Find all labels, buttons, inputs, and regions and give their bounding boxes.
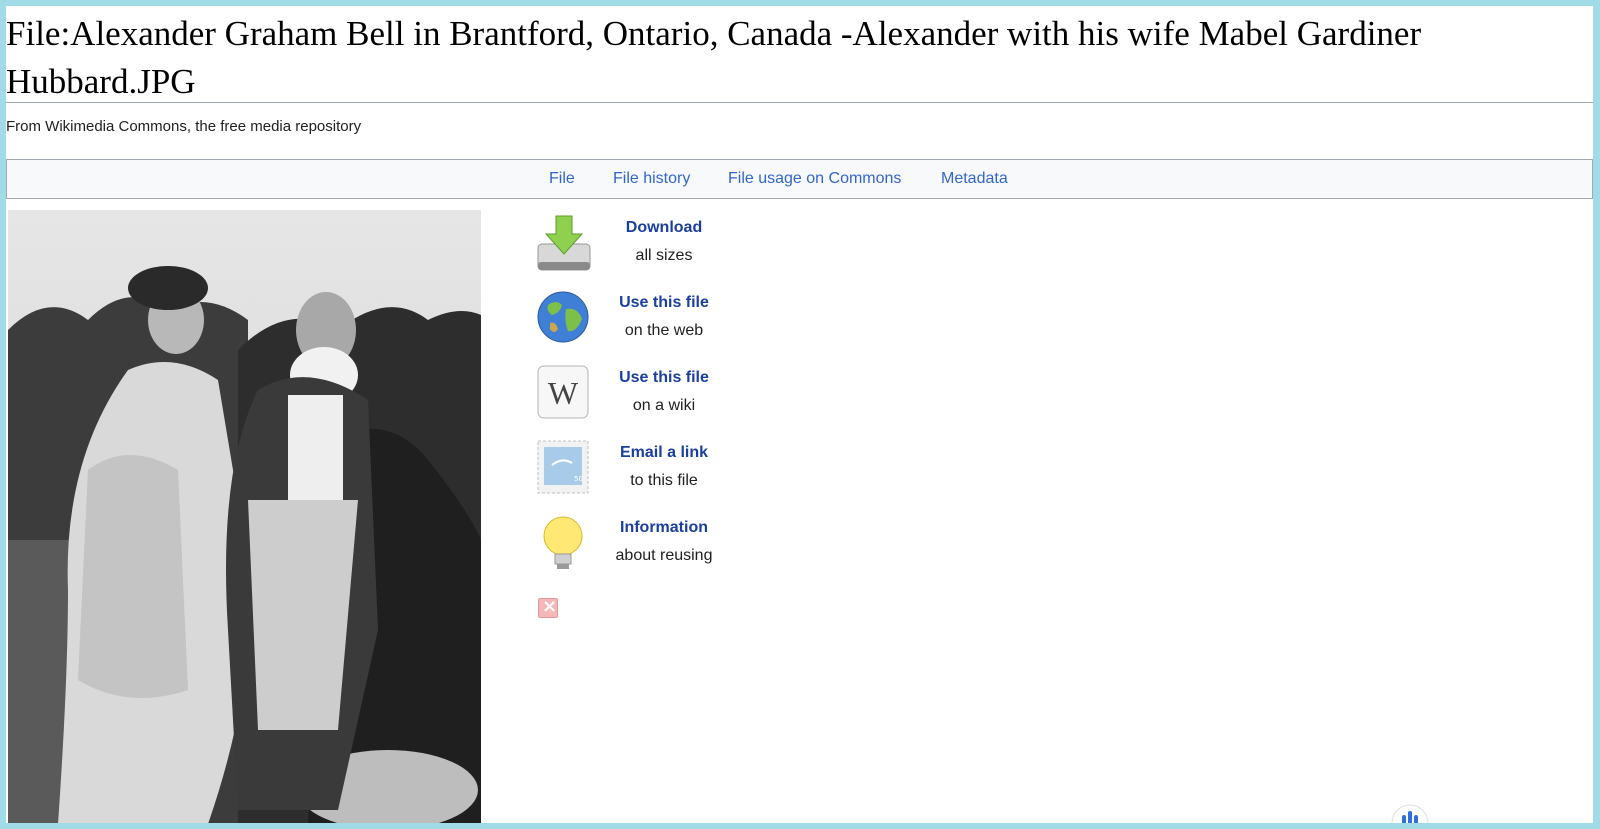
action-use-on-web-title[interactable]: Use this file: [594, 289, 734, 317]
audio-bars-icon[interactable]: [1390, 803, 1430, 823]
svg-text:W: W: [548, 375, 579, 411]
close-icon[interactable]: [538, 596, 558, 618]
action-use-on-web-subtitle: on the web: [624, 322, 704, 339]
action-download-subtitle: all sizes: [635, 247, 693, 264]
action-download[interactable]: Download all sizes: [536, 214, 756, 289]
wikipedia-icon: W: [536, 364, 592, 424]
action-use-on-wiki-subtitle: on a wiki: [632, 397, 696, 414]
download-icon: [536, 214, 592, 274]
action-email-link-subtitle: to this file: [630, 472, 698, 489]
stamp-icon: 50: [536, 439, 592, 499]
action-information-subtitle: about reusing: [615, 547, 713, 564]
svg-text:50: 50: [574, 475, 583, 483]
action-email-link[interactable]: 50 Email a link to this file: [536, 439, 756, 514]
page-title: File:Alexander Graham Bell in Brantford,…: [6, 14, 1422, 101]
lightbulb-icon: [536, 514, 592, 574]
file-image[interactable]: [8, 210, 481, 823]
tab-file-history[interactable]: File history: [613, 170, 690, 188]
tab-file-usage[interactable]: File usage on Commons: [728, 170, 901, 188]
action-information-title[interactable]: Information: [594, 514, 734, 542]
action-use-on-wiki[interactable]: W Use this file on a wiki: [536, 364, 756, 439]
action-download-title[interactable]: Download: [594, 214, 734, 242]
action-information[interactable]: Information about reusing: [536, 514, 756, 589]
action-email-link-title[interactable]: Email a link: [594, 439, 734, 467]
tab-file[interactable]: File: [549, 170, 575, 188]
page-subtitle: From Wikimedia Commons, the free media r…: [6, 118, 362, 135]
tab-metadata[interactable]: Metadata: [941, 170, 1008, 188]
title-divider: [6, 102, 1593, 103]
action-use-on-web[interactable]: Use this file on the web: [536, 289, 756, 364]
action-use-on-wiki-title[interactable]: Use this file: [594, 364, 734, 392]
file-page: File:Alexander Graham Bell in Brantford,…: [6, 6, 1593, 823]
photo-illustration: [8, 210, 481, 823]
file-tabs: File File history File usage on Commons …: [6, 159, 1593, 199]
file-actions: Download all sizes Use this file on the …: [536, 214, 756, 589]
globe-icon: [536, 289, 592, 349]
